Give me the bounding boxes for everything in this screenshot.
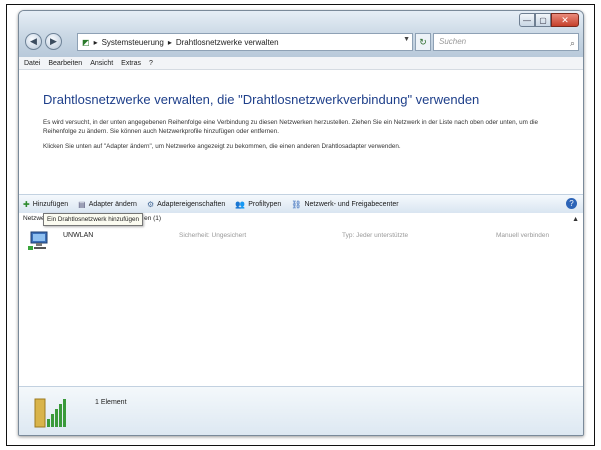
search-icon[interactable]: ⌕	[570, 35, 575, 51]
refresh-button[interactable]: ↻	[415, 33, 431, 51]
change-adapter-button[interactable]: ▤ Adapter ändern	[78, 200, 137, 209]
command-bar: ✚ Hinzufügen ▤ Adapter ändern ⚙ Adaptere…	[19, 194, 583, 214]
breadcrumb-systemsteuerung[interactable]: Systemsteuerung	[102, 38, 164, 47]
window-controls: — ▢ ✕	[519, 13, 579, 27]
page-title: Drahtlosnetzwerke verwalten, die "Drahtl…	[43, 92, 480, 107]
change-adapter-label: Adapter ändern	[88, 200, 137, 208]
search-input[interactable]: Suchen ⌕	[433, 33, 579, 51]
add-button-label: Hinzufügen	[32, 200, 69, 208]
menu-bearbeiten[interactable]: Bearbeiten	[48, 60, 82, 67]
control-panel-icon: ◩	[82, 37, 90, 47]
network-icon: ⛓	[291, 199, 302, 209]
wireless-signal-icon	[34, 398, 66, 428]
intro-panel: Drahtlosnetzwerke verwalten, die "Drahtl…	[19, 70, 583, 194]
details-pane: 1 Element	[19, 386, 583, 435]
adapter-hint-text: Klicken Sie unten auf "Adapter ändern", …	[43, 143, 401, 150]
add-icon: ✚	[23, 199, 30, 209]
menu-extras[interactable]: Extras	[121, 60, 141, 67]
back-button[interactable]: ◀	[25, 33, 42, 50]
profile-types-label: Profiltypen	[248, 200, 282, 208]
list-header-right: en (1)	[144, 215, 162, 222]
adapter-icon: ▤	[78, 199, 86, 209]
explorer-window: — ▢ ✕ ◀ ▶ ◩ ▸ Systemsteuerung ▸ Drahtlos…	[18, 10, 584, 436]
network-connect-mode: Manuell verbinden	[496, 232, 550, 239]
minimize-button[interactable]: —	[519, 13, 535, 27]
profile-types-button[interactable]: 👥 Profiltypen	[235, 200, 281, 209]
breadcrumb-wlan-verwalten[interactable]: Drahtlosnetzwerke verwalten	[176, 38, 279, 47]
network-center-label: Netzwerk- und Freigabecenter	[304, 200, 399, 208]
profile-users-icon: 👥	[235, 199, 246, 209]
menu-bar: Datei Bearbeiten Ansicht Extras ?	[19, 57, 583, 70]
add-tooltip: Ein Drahtlosnetzwerk hinzufügen	[43, 213, 144, 226]
network-security: Sicherheit: Ungesichert	[179, 232, 247, 239]
intro-text: Es wird versucht, in der unten angegeben…	[43, 119, 538, 135]
wireless-network-icon	[28, 231, 48, 250]
scroll-up-icon[interactable]: ▲	[572, 216, 579, 223]
properties-icon: ⚙	[146, 199, 155, 209]
network-center-button[interactable]: ⛓ Netzwerk- und Freigabecenter	[291, 200, 398, 209]
breadcrumb-separator: ▸	[93, 37, 98, 47]
network-type: Typ: Jeder unterstützte	[342, 232, 409, 239]
list-item[interactable]: UNWLAN Sicherheit: Ungesichert Typ: Jede…	[19, 228, 583, 258]
maximize-button[interactable]: ▢	[535, 13, 551, 27]
add-button[interactable]: ✚ Hinzufügen	[23, 200, 68, 209]
item-count: 1 Element	[95, 399, 127, 406]
adapter-properties-label: Adaptereigenschaften	[157, 200, 226, 208]
menu-help[interactable]: ?	[149, 60, 153, 67]
address-bar[interactable]: ◩ ▸ Systemsteuerung ▸ Drahtlosnetzwerke …	[77, 33, 413, 51]
title-bar: — ▢ ✕ ◀ ▶ ◩ ▸ Systemsteuerung ▸ Drahtlos…	[19, 11, 583, 57]
forward-button[interactable]: ▶	[45, 33, 62, 50]
close-button[interactable]: ✕	[551, 13, 579, 27]
menu-ansicht[interactable]: Ansicht	[90, 60, 113, 67]
network-list: Netzwerk en (1) Ein Drahtlosnetzwerk hinz…	[19, 213, 583, 388]
help-icon[interactable]: ?	[566, 198, 577, 209]
network-name: UNWLAN	[63, 232, 94, 239]
menu-datei[interactable]: Datei	[24, 60, 40, 67]
search-placeholder: Suchen	[439, 37, 467, 46]
address-dropdown-icon[interactable]: ▼	[403, 36, 410, 43]
breadcrumb-separator: ▸	[167, 37, 172, 47]
adapter-properties-button[interactable]: ⚙ Adaptereigenschaften	[147, 200, 225, 209]
